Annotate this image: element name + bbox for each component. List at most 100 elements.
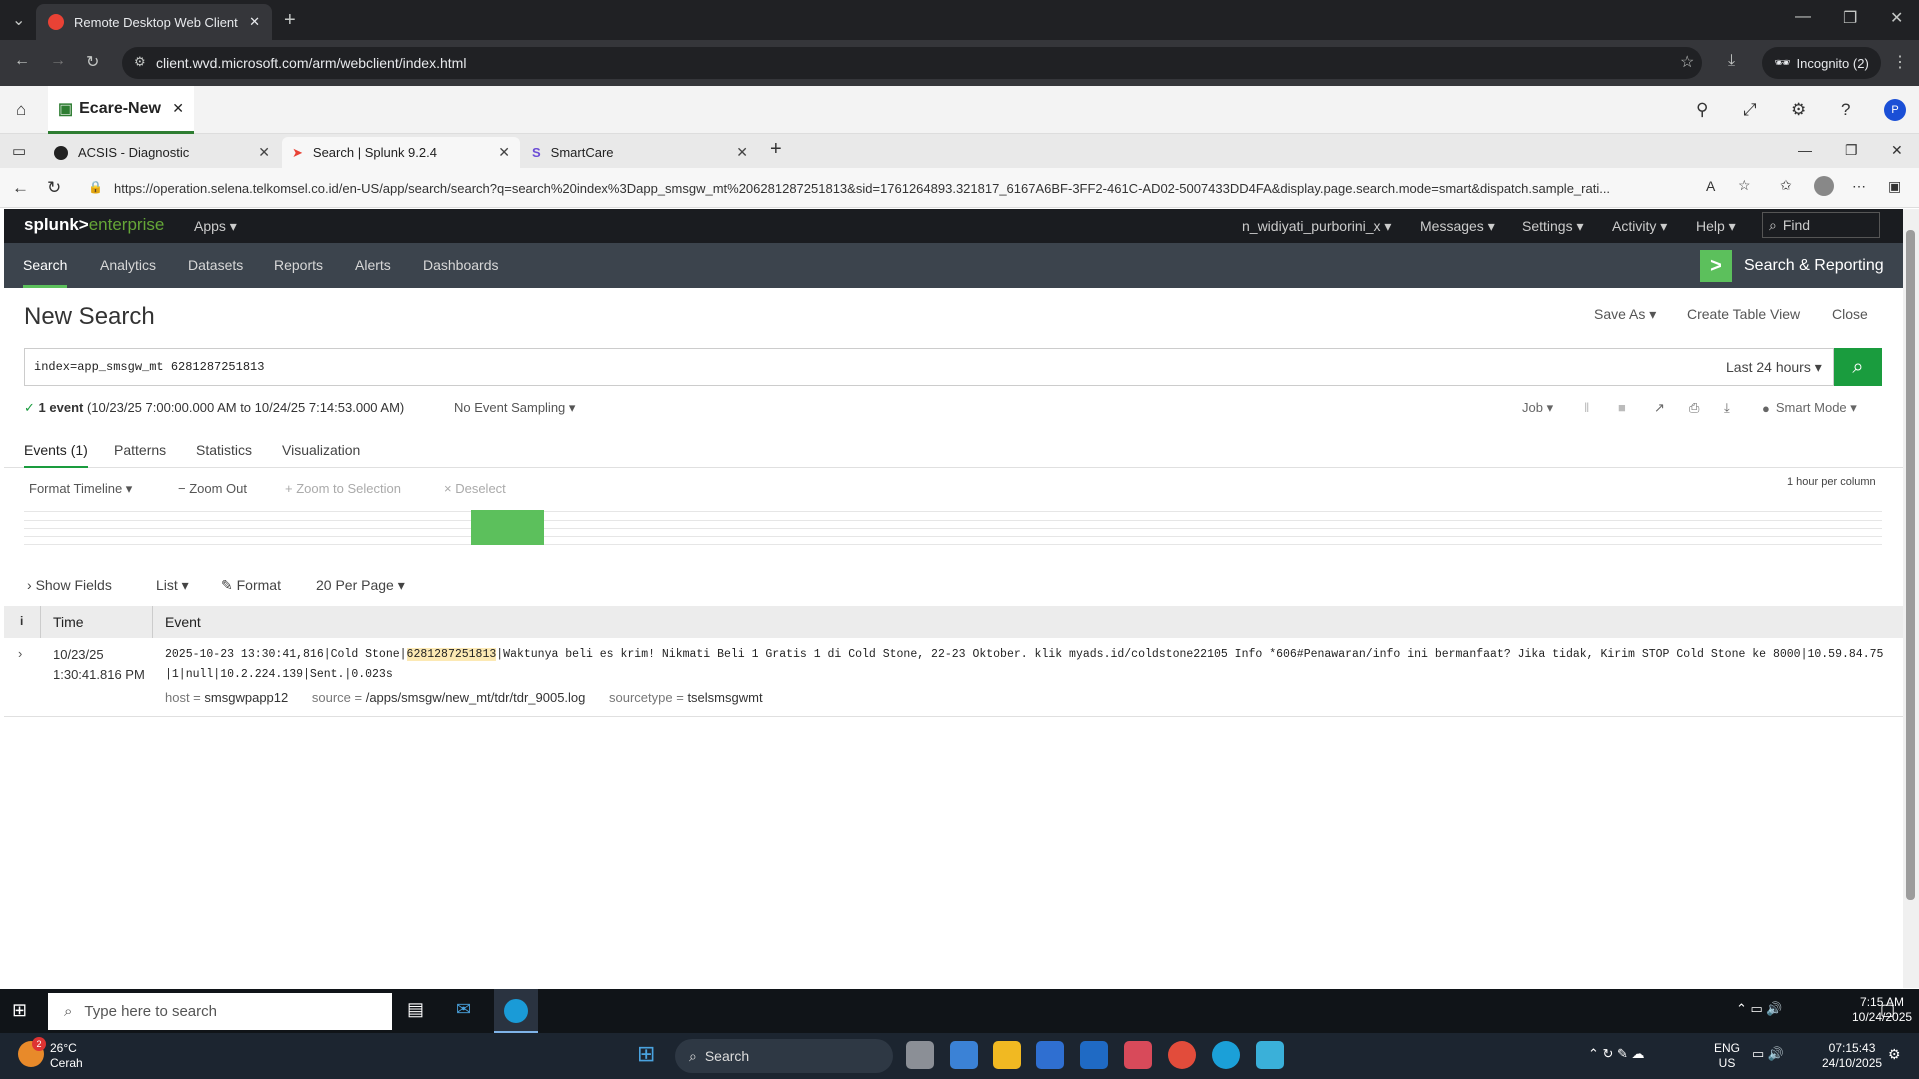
notification-icon[interactable]: ▢ (1880, 1000, 1895, 1020)
edge-tab-smartcare[interactable]: S SmartCare ✕ (522, 137, 758, 168)
taskbar-search-input[interactable]: ⌕ Type here to search (48, 993, 392, 1030)
restore-icon[interactable]: ❐ (1845, 142, 1858, 159)
profile-icon[interactable] (1814, 176, 1834, 196)
chrome-menu-icon[interactable]: ⋮ (1892, 52, 1908, 72)
system-tray-icons[interactable]: ⌃ ▭ 🔊 (1736, 1001, 1783, 1017)
pin-icon[interactable]: ⚲ (1696, 100, 1708, 120)
pause-icon[interactable]: ‖ (1584, 400, 1589, 415)
notepad-icon[interactable] (1256, 1041, 1284, 1069)
messages-menu[interactable]: Messages ▾ (1420, 218, 1495, 235)
nav-search[interactable]: Search (23, 243, 68, 288)
edge-tab-splunk[interactable]: ➤ Search | Splunk 9.2.4 ✕ (282, 137, 520, 168)
language-indicator[interactable]: ENG US (1714, 1041, 1740, 1071)
sourcetype-value[interactable]: tselsmsgwmt (687, 690, 762, 705)
download-icon[interactable]: ⤓ (1728, 52, 1735, 70)
read-aloud-icon[interactable]: A (1706, 178, 1715, 194)
expand-icon[interactable]: ⤢ (1743, 100, 1757, 120)
host-value[interactable]: smsgwpapp12 (204, 690, 288, 705)
reload-icon[interactable]: ↻ (86, 52, 99, 72)
user-avatar[interactable]: P (1884, 99, 1906, 121)
timeline-bar[interactable] (471, 510, 544, 545)
tab-statistics[interactable]: Statistics (196, 432, 252, 468)
copilot-icon[interactable] (950, 1041, 978, 1069)
edge-address-bar[interactable]: https://operation.selena.telkomsel.co.id… (80, 174, 1700, 202)
favorites-icon[interactable]: ✩ (1780, 177, 1792, 194)
chrome-tab-remote-desktop[interactable]: Remote Desktop Web Client ✕ (36, 4, 272, 40)
col-event[interactable]: Event (165, 614, 201, 630)
deselect-button[interactable]: × Deselect (444, 481, 506, 496)
activity-menu[interactable]: Activity ▾ (1612, 218, 1667, 235)
tab-visualization[interactable]: Visualization (282, 432, 360, 468)
local-clock[interactable]: 07:15:43 24/10/2025 (1822, 1041, 1882, 1071)
print-icon[interactable]: ⎙ (1689, 400, 1699, 416)
user-menu[interactable]: n_widiyati_purborini_x ▾ (1242, 218, 1391, 235)
close-icon[interactable]: ✕ (498, 144, 510, 161)
windows-start-icon[interactable]: ⊞ (12, 1000, 27, 1021)
store-icon[interactable] (1036, 1041, 1064, 1069)
weather-widget[interactable]: 26°C Cerah (50, 1041, 83, 1071)
outlook-icon[interactable] (1080, 1041, 1108, 1069)
notification-icon[interactable]: ⚙ (1888, 1046, 1901, 1063)
format-button[interactable]: ✎ Format (221, 577, 281, 594)
col-time[interactable]: Time (53, 614, 84, 630)
settings-menu[interactable]: Settings ▾ (1522, 218, 1584, 235)
forward-icon[interactable]: → (50, 52, 66, 70)
search-mode-dropdown[interactable]: ● Smart Mode ▾ (1762, 400, 1857, 416)
network-volume-icons[interactable]: ▭ 🔊 (1752, 1046, 1784, 1062)
show-fields-button[interactable]: › Show Fields (27, 577, 112, 593)
new-tab-icon[interactable]: + (284, 9, 296, 32)
close-button[interactable]: Close (1832, 306, 1868, 322)
expand-row-icon[interactable]: › (18, 646, 22, 661)
time-range-picker[interactable]: Last 24 hours ▾ (1712, 348, 1834, 386)
rd-session-tab[interactable]: ▣ Ecare-New ✕ (48, 86, 194, 134)
zoom-out-button[interactable]: − Zoom Out (178, 481, 247, 496)
apps-menu[interactable]: Apps ▾ (194, 218, 237, 235)
close-icon[interactable]: ✕ (736, 144, 748, 161)
nav-alerts[interactable]: Alerts (355, 243, 391, 288)
new-tab-icon[interactable]: + (770, 138, 782, 161)
chrome-address-bar[interactable]: client.wvd.microsoft.com/arm/webclient/i… (122, 47, 1702, 79)
remote-app-icon[interactable] (1124, 1041, 1152, 1069)
edge-icon[interactable] (1212, 1041, 1240, 1069)
list-dropdown[interactable]: List ▾ (156, 577, 189, 594)
favorite-icon[interactable]: ☆ (1738, 177, 1751, 194)
scrollbar-thumb[interactable] (1906, 230, 1915, 900)
job-menu[interactable]: Job ▾ (1522, 400, 1553, 416)
minimize-icon[interactable]: — (1795, 8, 1811, 26)
search-button[interactable]: ⌕ (1834, 348, 1882, 386)
tab-search-icon[interactable]: ⌄ (12, 10, 25, 30)
close-window-icon[interactable]: ✕ (1890, 8, 1903, 28)
stop-icon[interactable]: ■ (1618, 400, 1626, 415)
close-window-icon[interactable]: ✕ (1891, 142, 1903, 159)
edge-tab-acsis[interactable]: ACSIS - Diagnostic ✕ (44, 137, 280, 168)
event-highlight[interactable]: 6281287251813 (406, 648, 497, 661)
nav-reports[interactable]: Reports (274, 243, 323, 288)
site-info-icon[interactable]: ⚙ (134, 54, 146, 70)
settings-icon[interactable]: ⚙ (1791, 100, 1806, 120)
close-icon[interactable]: ✕ (249, 14, 260, 30)
back-icon[interactable]: ← (14, 52, 30, 70)
local-search-input[interactable]: ⌕ Search (675, 1039, 893, 1073)
event-sampling-dropdown[interactable]: No Event Sampling ▾ (454, 400, 575, 416)
save-as-button[interactable]: Save As ▾ (1594, 306, 1656, 323)
per-page-dropdown[interactable]: 20 Per Page ▾ (316, 577, 405, 594)
sidebar-icon[interactable]: ▣ (1888, 178, 1901, 195)
task-view-icon[interactable] (906, 1041, 934, 1069)
close-icon[interactable]: ✕ (258, 144, 270, 161)
help-icon[interactable]: ? (1841, 100, 1850, 120)
lock-icon[interactable]: 🔒 (88, 180, 103, 194)
minimize-icon[interactable]: — (1798, 142, 1812, 158)
find-input[interactable]: ⌕ Find (1762, 212, 1880, 238)
splunk-logo[interactable]: splunk>enterprise (24, 215, 164, 235)
incognito-badge[interactable]: 🕶 Incognito (2) (1762, 47, 1881, 79)
mail-icon[interactable]: ✉ (456, 999, 471, 1020)
restore-icon[interactable]: ❐ (1843, 8, 1857, 28)
search-query-input[interactable]: index=app_smsgw_mt 6281287251813 (24, 348, 1714, 386)
create-table-view-button[interactable]: Create Table View (1687, 306, 1800, 322)
close-icon[interactable]: ✕ (172, 100, 184, 117)
back-icon[interactable]: ← (12, 178, 29, 198)
tab-actions-icon[interactable]: ▭ (12, 142, 26, 160)
task-view-icon[interactable]: ▤ (407, 999, 424, 1020)
nav-analytics[interactable]: Analytics (100, 243, 156, 288)
chrome-icon[interactable] (1168, 1041, 1196, 1069)
